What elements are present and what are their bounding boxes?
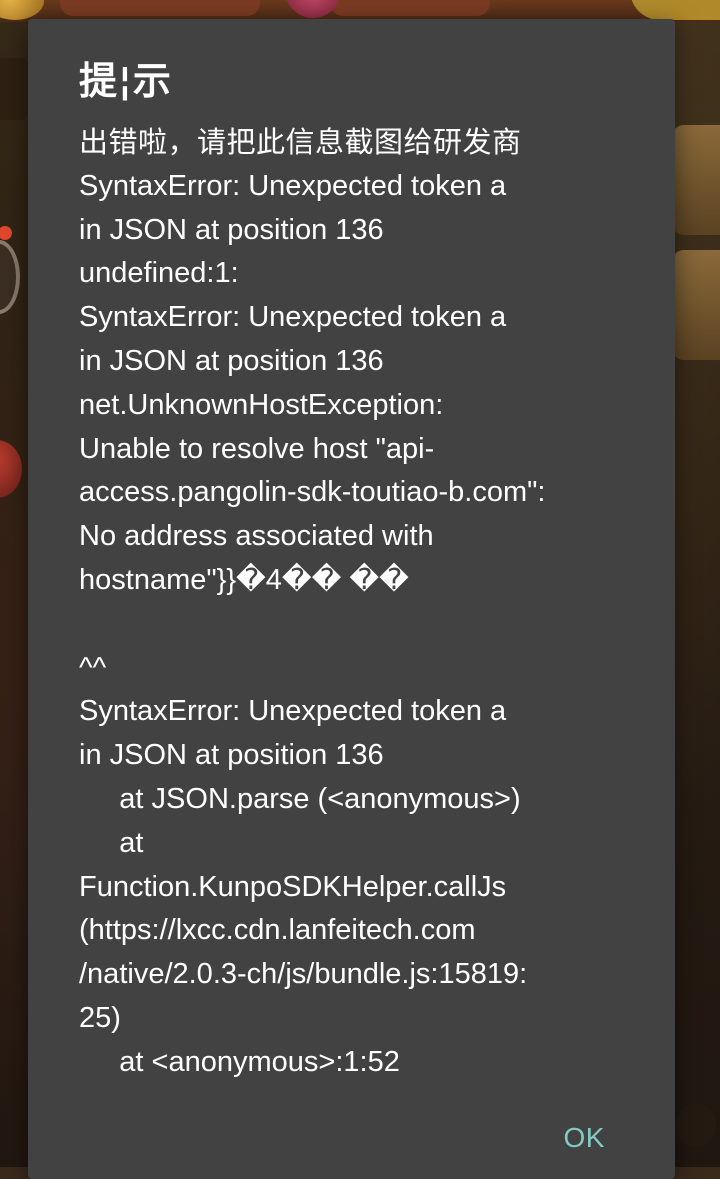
dialog-message: 出错啦，请把此信息截图给研发商 SyntaxError: Unexpected t… [79, 121, 629, 1085]
message-line: (https://lxcc.cdn.lanfeitech.com [79, 914, 476, 947]
message-line: at <anonymous>:1:52 [79, 1045, 400, 1078]
currency-pill [330, 0, 490, 16]
message-line: Unable to resolve host "api- [79, 432, 435, 465]
side-card-task [672, 125, 720, 235]
message-line: SyntaxError: Unexpected token a [79, 301, 507, 334]
side-card-signin [672, 250, 720, 360]
ok-button[interactable]: OK [564, 1122, 605, 1154]
message-line: /native/2.0.3-ch/js/bundle.js:15819: [79, 958, 528, 991]
alert-dialog: 提¦示 出错啦，请把此信息截图给研发商 SyntaxError: Unexpect… [28, 19, 675, 1179]
message-line: Function.KunpoSDKHelper.callJs [79, 870, 507, 903]
side-tab [0, 58, 28, 120]
message-line: at JSON.parse (<anonymous>) [79, 782, 521, 815]
currency-pill [60, 0, 260, 16]
message-line: ^^ [79, 651, 107, 684]
message-line: No address associated with [79, 520, 434, 553]
dialog-title: 提¦示 [79, 59, 172, 103]
message-line: SyntaxError: Unexpected token a [79, 695, 507, 728]
round-button-shadow [676, 1103, 716, 1147]
message-line: 25) [79, 1001, 121, 1034]
message-line: at [79, 826, 144, 859]
message-line: hostname"}}�4�� �� [79, 563, 409, 596]
message-line: SyntaxError: Unexpected token a [79, 169, 507, 202]
message-line: access.pangolin-sdk-toutiao-b.com": [79, 476, 546, 509]
message-line: undefined:1: [79, 257, 239, 290]
message-line: in JSON at position 136 [79, 739, 384, 772]
message-line: in JSON at position 136 [79, 344, 384, 377]
message-line: in JSON at position 136 [79, 213, 384, 246]
message-line: 出错啦，请把此信息截图给研发商 [79, 125, 522, 159]
message-line: net.UnknownHostException: [79, 388, 444, 421]
message-line [79, 603, 629, 647]
